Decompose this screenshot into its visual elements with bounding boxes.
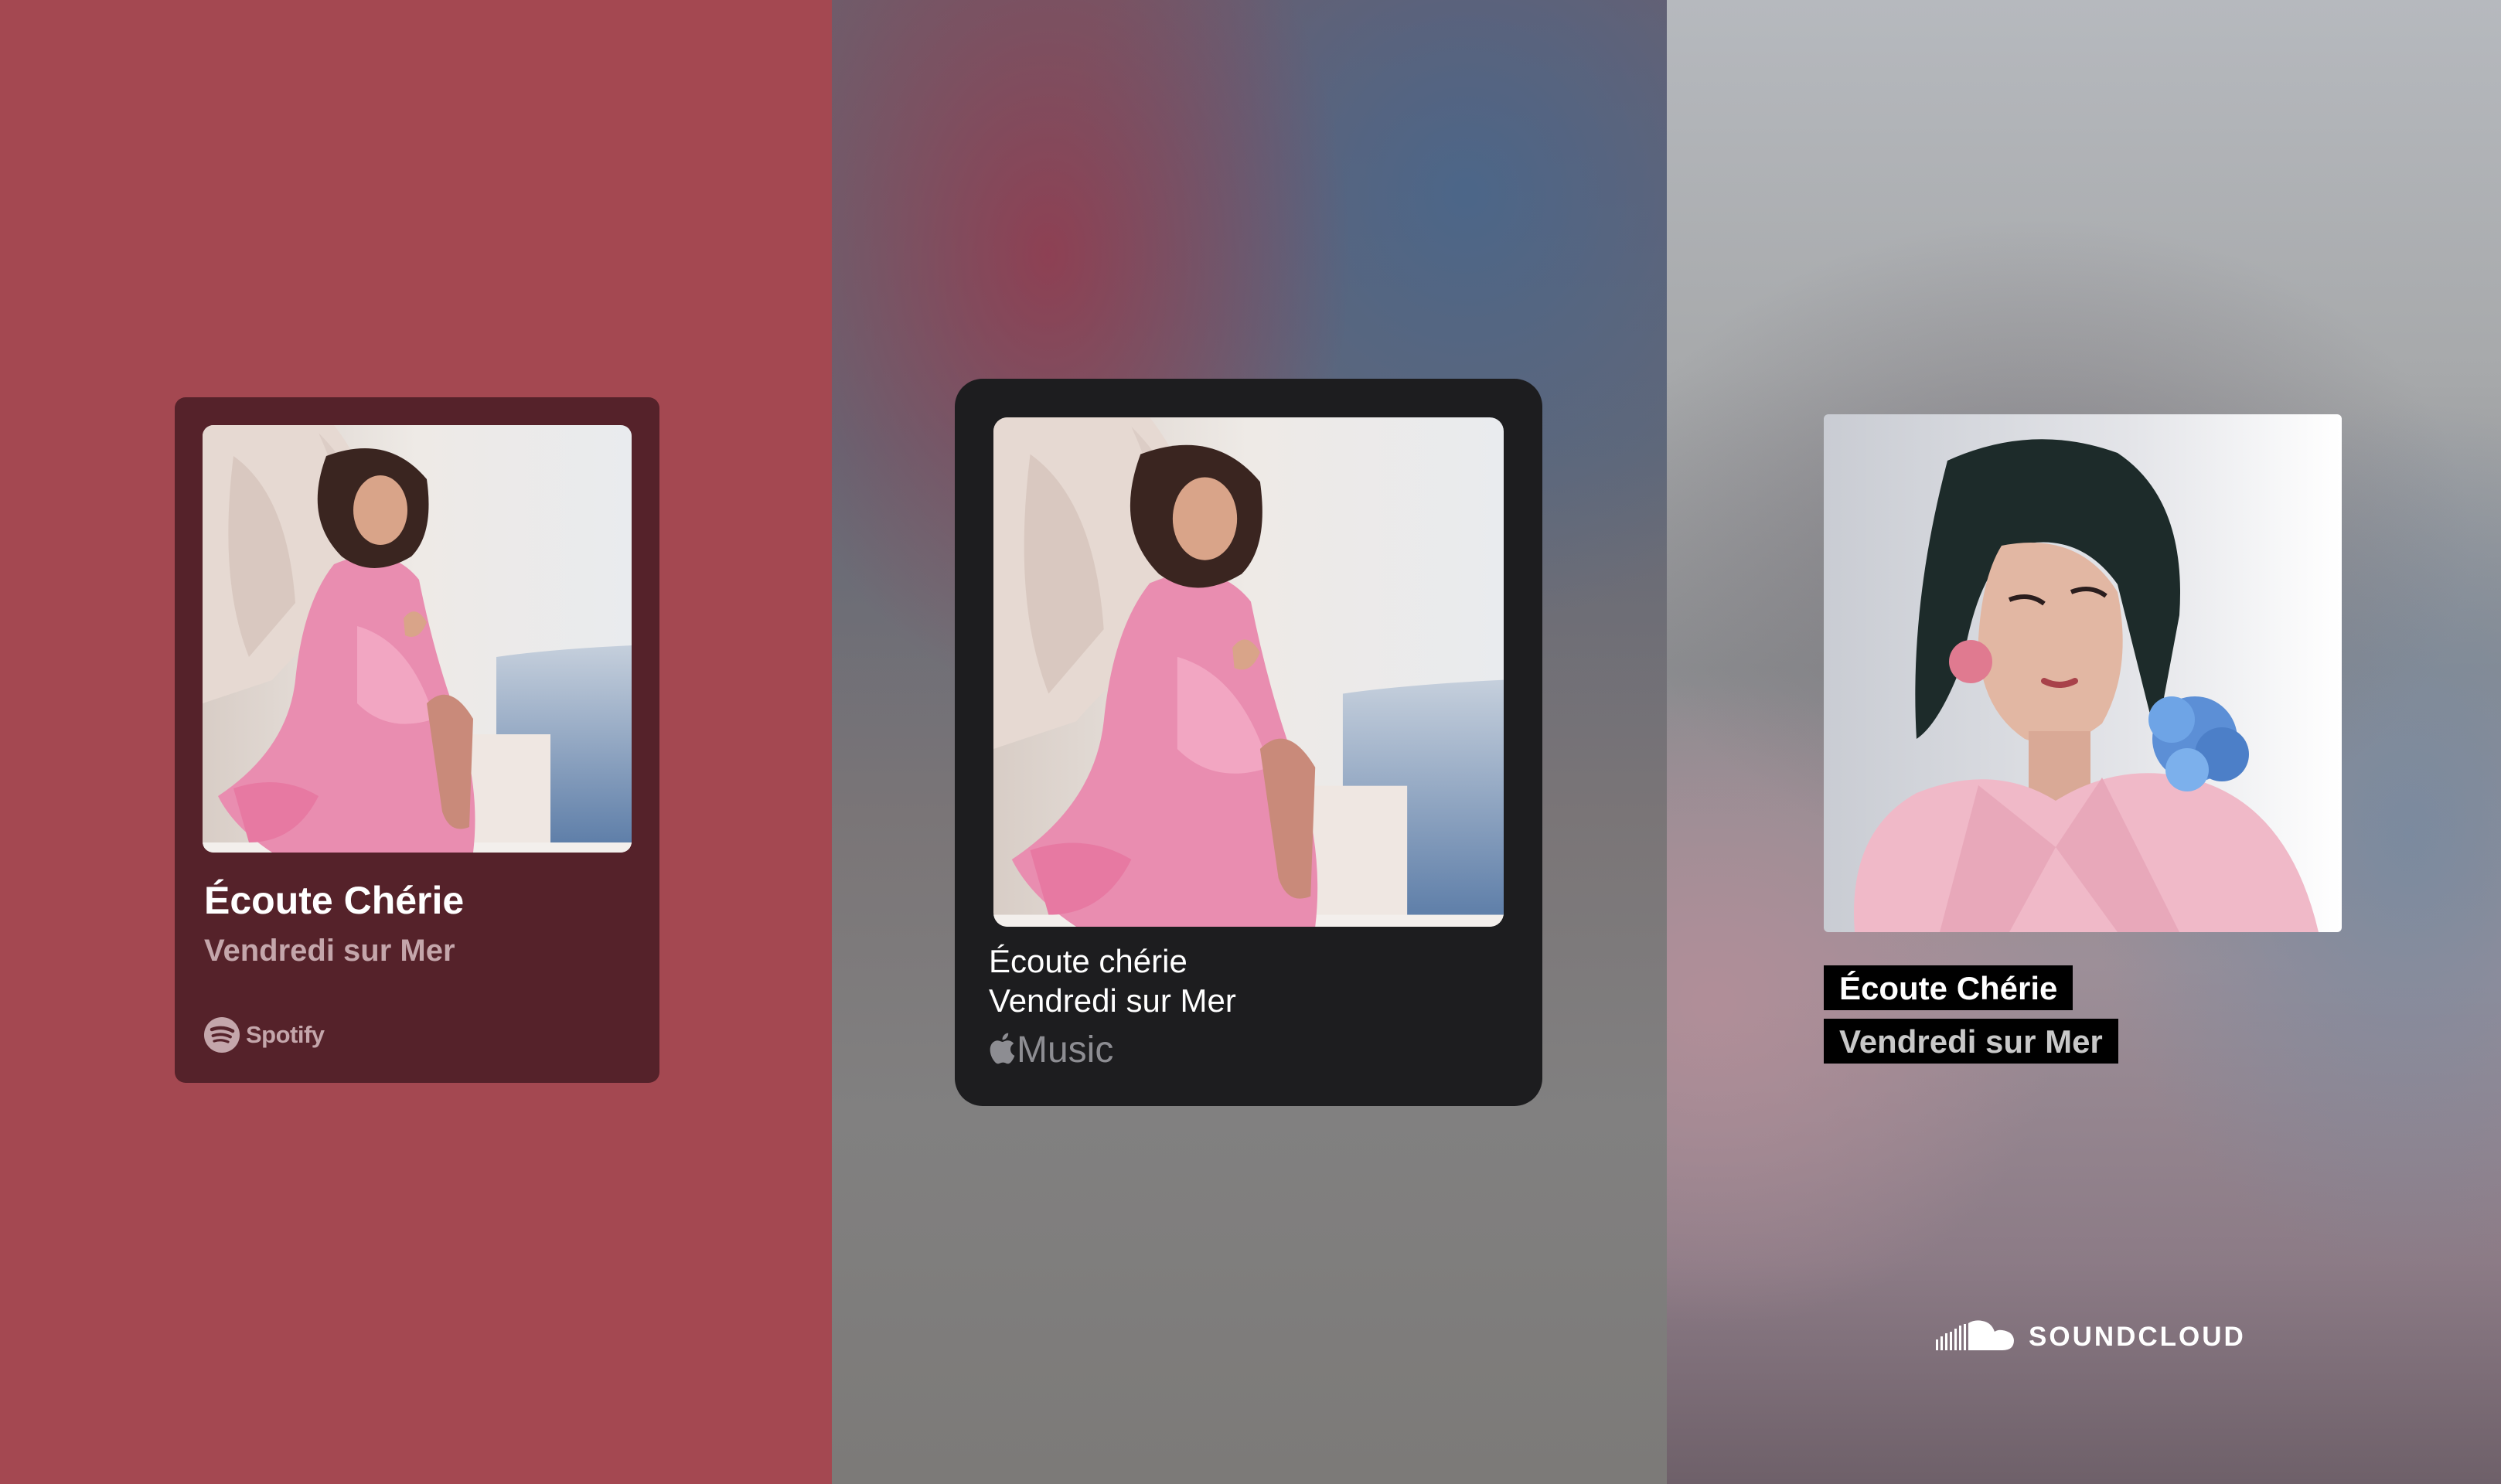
- spotify-logo-text: Spotify: [246, 1021, 325, 1048]
- artist-name: Vendredi sur Mer: [1824, 1019, 2118, 1064]
- soundcloud-panel: Écoute Chérie Vendredi sur Mer SOUNDCLOU…: [1667, 0, 2501, 1484]
- track-title: Écoute chérie: [989, 943, 1187, 979]
- artist-name: Vendredi sur Mer: [204, 934, 455, 968]
- spotify-share-card[interactable]: Écoute Chérie Vendredi sur Mer Spotify: [175, 397, 659, 1083]
- artist-name: Vendredi sur Mer: [989, 982, 1236, 1019]
- apple-music-panel: Écoute chérie Vendredi sur Mer Music: [832, 0, 1667, 1484]
- track-title: Écoute Chérie: [1824, 965, 2073, 1010]
- apple-music-logo-text: Music: [1017, 1029, 1114, 1070]
- album-cover-image: [203, 425, 632, 853]
- apple-music-logo[interactable]: Music: [989, 1028, 1113, 1071]
- spotify-panel: Écoute Chérie Vendredi sur Mer Spotify: [0, 0, 832, 1484]
- track-title: Écoute Chérie: [204, 879, 465, 922]
- soundcloud-logo-text: SOUNDCLOUD: [2029, 1322, 2246, 1352]
- track-artwork-image[interactable]: [1824, 414, 2342, 932]
- album-cover-image: [993, 417, 1504, 927]
- soundcloud-icon: [1936, 1316, 2016, 1359]
- spotify-icon: [204, 1017, 240, 1053]
- spotify-logo[interactable]: Spotify: [204, 1016, 325, 1054]
- share-cards-stage: Écoute Chérie Vendredi sur Mer Spotify É…: [0, 0, 2501, 1484]
- apple-icon: [989, 1032, 1015, 1068]
- soundcloud-logo[interactable]: SOUNDCLOUD: [1936, 1314, 2246, 1360]
- apple-music-share-card[interactable]: Écoute chérie Vendredi sur Mer Music: [955, 379, 1542, 1106]
